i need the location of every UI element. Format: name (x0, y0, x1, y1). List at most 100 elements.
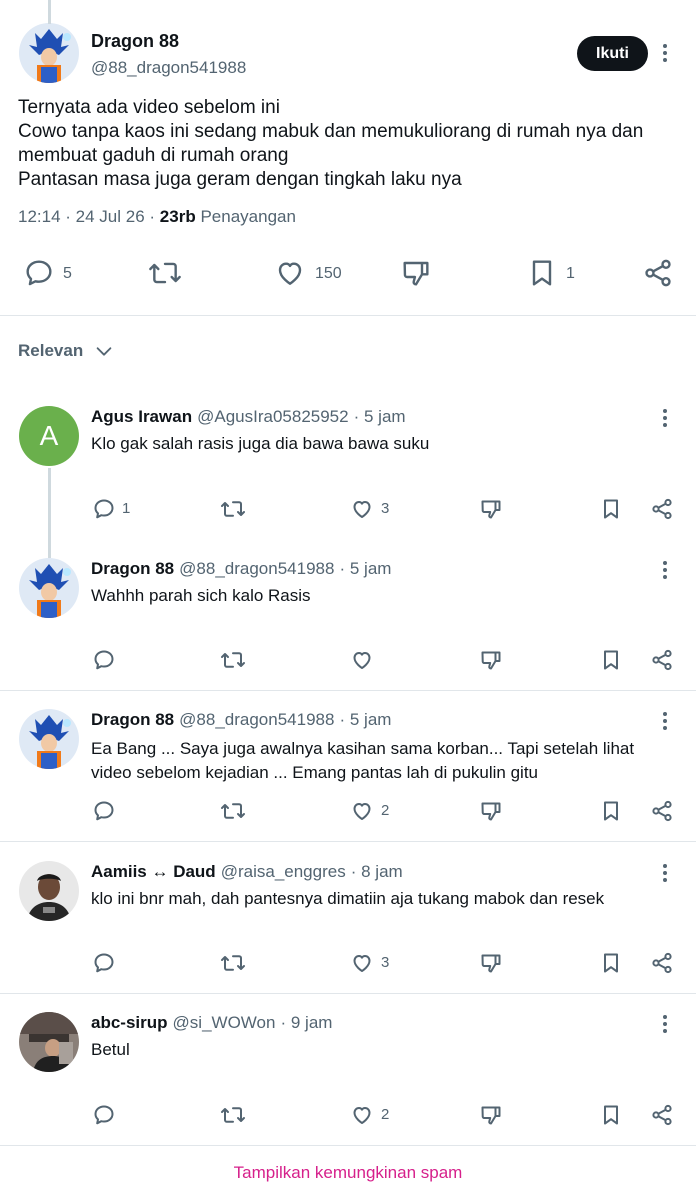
thread-line (48, 0, 51, 24)
reply-time[interactable]: 5 jam (350, 559, 392, 578)
repost-icon[interactable] (219, 1103, 247, 1127)
reply-text: klo ini bnr mah, dah pantesnya dimatiin … (91, 889, 605, 908)
divider (0, 315, 696, 316)
main-post-text-line: Cowo tanpa kaos ini sedang mabuk dan mem… (18, 121, 644, 142)
like-icon[interactable] (350, 648, 374, 672)
reply-header: Dragon 88 @88_dragon541988 · 5 jam (91, 559, 392, 578)
main-post-avatar[interactable] (19, 23, 79, 83)
main-post-text-line: membuat gaduh di rumah orang (18, 145, 289, 166)
repost-icon[interactable] (147, 257, 183, 289)
dislike-icon[interactable] (400, 257, 432, 289)
main-post-author-handle[interactable]: @88_dragon541988 (91, 58, 246, 78)
reply-author-name[interactable]: abc-sirup (91, 1013, 168, 1032)
share-icon[interactable] (650, 497, 674, 521)
dislike-icon[interactable] (479, 648, 503, 672)
main-post-meta: 12:14 · 24 Jul 26 · 23rb Penayangan (18, 207, 296, 226)
views-label: Penayangan (200, 207, 296, 226)
reply-icon[interactable] (23, 257, 55, 289)
reply-author-name[interactable]: Agus Irawan (91, 407, 192, 426)
reply-count: 5 (63, 265, 72, 282)
reply-author-name[interactable]: Dragon 88 (91, 559, 174, 578)
bookmark-icon[interactable] (599, 497, 623, 521)
divider (0, 1145, 696, 1146)
share-icon[interactable] (650, 1103, 674, 1127)
like-icon[interactable] (350, 951, 374, 975)
reply-text: Klo gak salah rasis juga dia bawa bawa s… (91, 434, 430, 453)
reply-author-handle[interactable]: @si_WOWon (173, 1013, 276, 1032)
more-options-icon[interactable] (662, 864, 668, 885)
sort-dropdown[interactable]: Relevan (18, 340, 115, 362)
more-options-icon[interactable] (662, 561, 668, 582)
reply-count: 1 (122, 500, 131, 517)
repost-icon[interactable] (219, 497, 247, 521)
reply-author-handle[interactable]: @88_dragon541988 (179, 559, 334, 578)
bookmark-icon[interactable] (599, 1103, 623, 1127)
like-count: 150 (315, 265, 342, 282)
main-post-text-line: Pantasan masa juga geram dengan tingkah … (18, 169, 462, 190)
like-count: 2 (381, 802, 390, 819)
divider (0, 993, 696, 994)
sort-label: Relevan (18, 341, 84, 360)
like-icon[interactable] (350, 497, 374, 521)
share-icon[interactable] (650, 799, 674, 823)
reply-text-line: Ea Bang ... Saya juga awalnya kasihan sa… (91, 739, 635, 758)
more-options-icon[interactable] (662, 409, 668, 430)
reply-time[interactable]: 8 jam (361, 862, 403, 881)
bookmark-count: 1 (566, 265, 575, 282)
like-count: 2 (381, 1106, 390, 1123)
share-icon[interactable] (642, 257, 674, 289)
post-date[interactable]: 24 Jul 26 (76, 207, 145, 226)
reply-time[interactable]: 9 jam (291, 1013, 333, 1032)
reply-icon[interactable] (92, 497, 116, 521)
reply-icon[interactable] (92, 648, 116, 672)
reply-author-handle[interactable]: @raisa_enggres (221, 862, 346, 881)
bookmark-icon[interactable] (526, 257, 558, 289)
reply-text: Ea Bang ... Saya juga awalnya kasihan sa… (91, 737, 634, 785)
follow-button[interactable]: Ikuti (577, 36, 648, 71)
reply-time[interactable]: 5 jam (364, 407, 406, 426)
like-icon[interactable] (350, 799, 374, 823)
divider (0, 690, 696, 691)
repost-icon[interactable] (219, 799, 247, 823)
reply-author-handle[interactable]: @AgusIra05825952 (197, 407, 348, 426)
like-icon[interactable] (274, 257, 306, 289)
repost-icon[interactable] (219, 648, 247, 672)
reply-author-name[interactable]: Aamiis ↔ Daud (91, 862, 216, 881)
like-icon[interactable] (350, 1103, 374, 1127)
reply-avatar[interactable] (19, 861, 79, 921)
main-post-author-name[interactable]: Dragon 88 (91, 31, 179, 52)
reply-avatar[interactable] (19, 558, 79, 618)
dislike-icon[interactable] (479, 799, 503, 823)
more-options-icon[interactable] (662, 44, 668, 65)
reply-avatar[interactable]: A (19, 406, 79, 466)
reply-author-name[interactable]: Dragon 88 (91, 710, 174, 729)
bookmark-icon[interactable] (599, 799, 623, 823)
post-time[interactable]: 12:14 (18, 207, 61, 226)
reply-text-line: video sebelom kejadian ... Emang pantas … (91, 763, 539, 782)
reply-time[interactable]: 5 jam (350, 710, 392, 729)
dislike-icon[interactable] (479, 951, 503, 975)
more-options-icon[interactable] (662, 712, 668, 733)
dislike-icon[interactable] (479, 497, 503, 521)
share-icon[interactable] (650, 648, 674, 672)
dislike-icon[interactable] (479, 1103, 503, 1127)
reply-header: abc-sirup @si_WOWon · 9 jam (91, 1013, 333, 1032)
thread-line (48, 468, 51, 558)
avatar-letter: A (39, 420, 59, 451)
reply-icon[interactable] (92, 799, 116, 823)
reply-avatar[interactable] (19, 1012, 79, 1072)
reply-text: Betul (91, 1040, 130, 1059)
bookmark-icon[interactable] (599, 648, 623, 672)
main-post-text-line: Ternyata ada video sebelom ini (18, 97, 280, 118)
share-icon[interactable] (650, 951, 674, 975)
reply-icon[interactable] (92, 1103, 116, 1127)
show-spam-link[interactable]: Tampilkan kemungkinan spam (0, 1163, 696, 1183)
reply-icon[interactable] (92, 951, 116, 975)
chevron-down-icon (93, 340, 115, 362)
repost-icon[interactable] (219, 951, 247, 975)
reply-avatar[interactable] (19, 709, 79, 769)
like-count: 3 (381, 500, 390, 517)
reply-author-handle[interactable]: @88_dragon541988 (179, 710, 334, 729)
more-options-icon[interactable] (662, 1015, 668, 1036)
bookmark-icon[interactable] (599, 951, 623, 975)
